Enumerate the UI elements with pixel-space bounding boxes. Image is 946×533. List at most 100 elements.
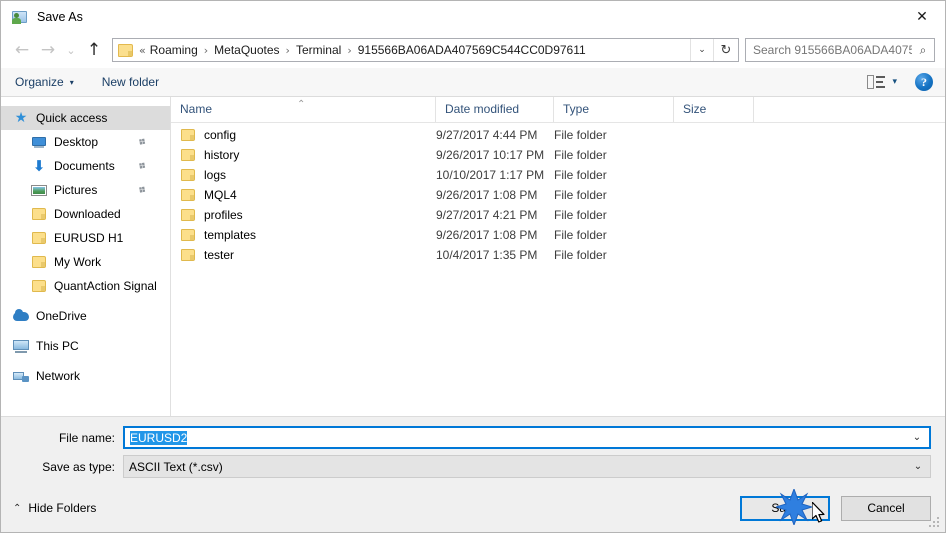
change-view-icon[interactable] [867,75,886,89]
file-type: File folder [554,188,607,202]
sidebar-item-label: My Work [54,255,102,269]
breadcrumb-item-terminal-id[interactable]: 915566BA06ADA407569C544CC0D97611 [356,43,588,57]
table-row[interactable]: history 9/26/2017 10:17 PM File folder [171,145,945,165]
onedrive-icon [13,308,29,324]
close-icon[interactable]: ✕ [899,1,945,32]
sidebar-item-downloaded[interactable]: Downloaded [1,202,170,226]
resize-grip[interactable] [929,517,941,529]
file-date: 10/4/2017 1:35 PM [436,248,538,262]
folder-icon [118,43,133,57]
sidebar-item-label: EURUSD H1 [54,231,124,245]
cancel-button[interactable]: Cancel [841,495,931,521]
file-name-input[interactable]: EURUSD2 ⌄ [123,426,931,449]
file-name-label: File name: [58,430,115,445]
sidebar-item-my-work[interactable]: My Work [1,250,170,274]
file-name-value[interactable]: EURUSD2 [125,430,905,445]
file-type: File folder [554,208,607,222]
file-name-cell: MQL4 [171,187,436,203]
table-row[interactable]: tester 10/4/2017 1:35 PM File folder [171,245,945,265]
sidebar-item-eurusd-h1[interactable]: EURUSD H1 [1,226,170,250]
save-as-icon [12,9,28,25]
pin-icon: ❖ [134,158,149,174]
folder-icon [180,167,196,183]
file-type: File folder [554,148,607,162]
table-row[interactable]: profiles 9/27/2017 4:21 PM File folder [171,205,945,225]
file-date: 9/26/2017 1:08 PM [436,228,538,242]
sidebar-item-onedrive[interactable]: OneDrive [1,304,170,328]
sidebar-item-this-pc[interactable]: This PC [1,334,170,358]
file-name-cell: history [171,147,436,163]
save-as-type-label: Save as type: [42,459,115,474]
sidebar-item-quantaction-signal[interactable]: QuantAction Signal [1,274,170,298]
chevron-down-icon[interactable]: ⌄ [905,432,929,443]
save-button[interactable]: Save [740,495,830,521]
folder-icon [31,254,47,270]
column-headers: ⌃ Name Date modified Type Size [171,97,945,123]
file-type: File folder [554,168,607,182]
sort-ascending-icon: ⌃ [297,99,306,110]
file-date: 9/26/2017 10:17 PM [436,148,545,162]
file-name-cell: logs [171,167,436,183]
file-rows: config 9/27/2017 4:44 PM File folder his… [171,123,945,416]
file-date: 10/10/2017 1:17 PM [436,168,545,182]
back-button[interactable]: ← [9,37,35,63]
table-row[interactable]: logs 10/10/2017 1:17 PM File folder [171,165,945,185]
folder-icon [31,278,47,294]
table-row[interactable]: templates 9/26/2017 1:08 PM File folder [171,225,945,245]
breadcrumb: « Roaming › MetaQuotes › Terminal › 9155… [139,43,690,57]
file-name: logs [204,168,227,182]
file-name: config [204,128,237,142]
breadcrumb-item-metaquotes[interactable]: MetaQuotes [212,43,281,57]
chevron-down-icon[interactable]: ⌄ [690,39,713,61]
search-box[interactable]: Search 915566BA06ADA40756... ⌕ [745,38,935,62]
folder-icon [180,227,196,243]
search-input[interactable]: Search 915566BA06ADA40756... [753,43,912,57]
sidebar-item-label: This PC [36,339,79,353]
forward-button[interactable]: → [35,37,61,63]
column-header-date-modified[interactable]: Date modified [436,97,554,122]
refresh-icon[interactable]: ↻ [713,39,738,61]
sidebar-item-desktop[interactable]: Desktop ❖ [1,130,170,154]
chevron-down-icon: ▾ [69,77,74,87]
folder-icon [180,147,196,163]
file-name-row: File name: EURUSD2 ⌄ [1,426,945,449]
save-as-type-row: Save as type: ASCII Text (*.csv) ⌄ [1,455,945,478]
address-bar[interactable]: « Roaming › MetaQuotes › Terminal › 9155… [112,38,739,62]
table-row[interactable]: config 9/27/2017 4:44 PM File folder [171,125,945,145]
folder-icon [180,207,196,223]
sidebar-item-documents[interactable]: ⬇ Documents ❖ [1,154,170,178]
column-header-type[interactable]: Type [554,97,674,122]
sidebar-item-network[interactable]: Network [1,364,170,388]
breadcrumb-item-terminal[interactable]: Terminal [294,43,343,57]
column-header-size[interactable]: Size [674,97,754,122]
file-name: history [204,148,240,162]
breadcrumb-separator-icon: › [285,43,290,57]
file-list-pane: ⌃ Name Date modified Type Size config 9/… [171,97,945,416]
chevron-down-icon[interactable]: ⌄ [906,461,930,472]
chevron-down-icon[interactable]: ▾ [892,77,897,87]
recent-locations-button[interactable]: ⌄ [61,37,81,63]
table-row[interactable]: MQL4 9/26/2017 1:08 PM File folder [171,185,945,205]
file-date: 9/27/2017 4:21 PM [436,208,538,222]
folder-icon [180,187,196,203]
sidebar-item-pictures[interactable]: Pictures ❖ [1,178,170,202]
up-button[interactable]: ↑ [81,37,107,63]
folder-icon [31,230,47,246]
breadcrumb-overflow-icon[interactable]: « [139,44,148,57]
save-as-type-select[interactable]: ASCII Text (*.csv) ⌄ [123,455,931,478]
column-header-name[interactable]: ⌃ Name [171,97,436,122]
file-date: 9/26/2017 1:08 PM [436,188,538,202]
help-icon[interactable]: ? [915,73,933,91]
file-name-cell: config [171,127,436,143]
hide-folders-button[interactable]: ⌃ Hide Folders [13,501,96,515]
save-form: File name: EURUSD2 ⌄ Save as type: ASCII… [1,416,945,484]
file-name: profiles [204,208,243,222]
breadcrumb-separator-icon: › [347,43,352,57]
file-name: templates [204,228,257,242]
organize-menu[interactable]: Organize ▾ [15,75,74,89]
new-folder-button[interactable]: New folder [102,75,159,89]
breadcrumb-item-roaming[interactable]: Roaming [148,43,200,57]
save-as-type-value: ASCII Text (*.csv) [129,459,223,474]
sidebar-item-label: Desktop [54,135,99,149]
sidebar-item-quick-access[interactable]: ★ Quick access [1,106,170,130]
